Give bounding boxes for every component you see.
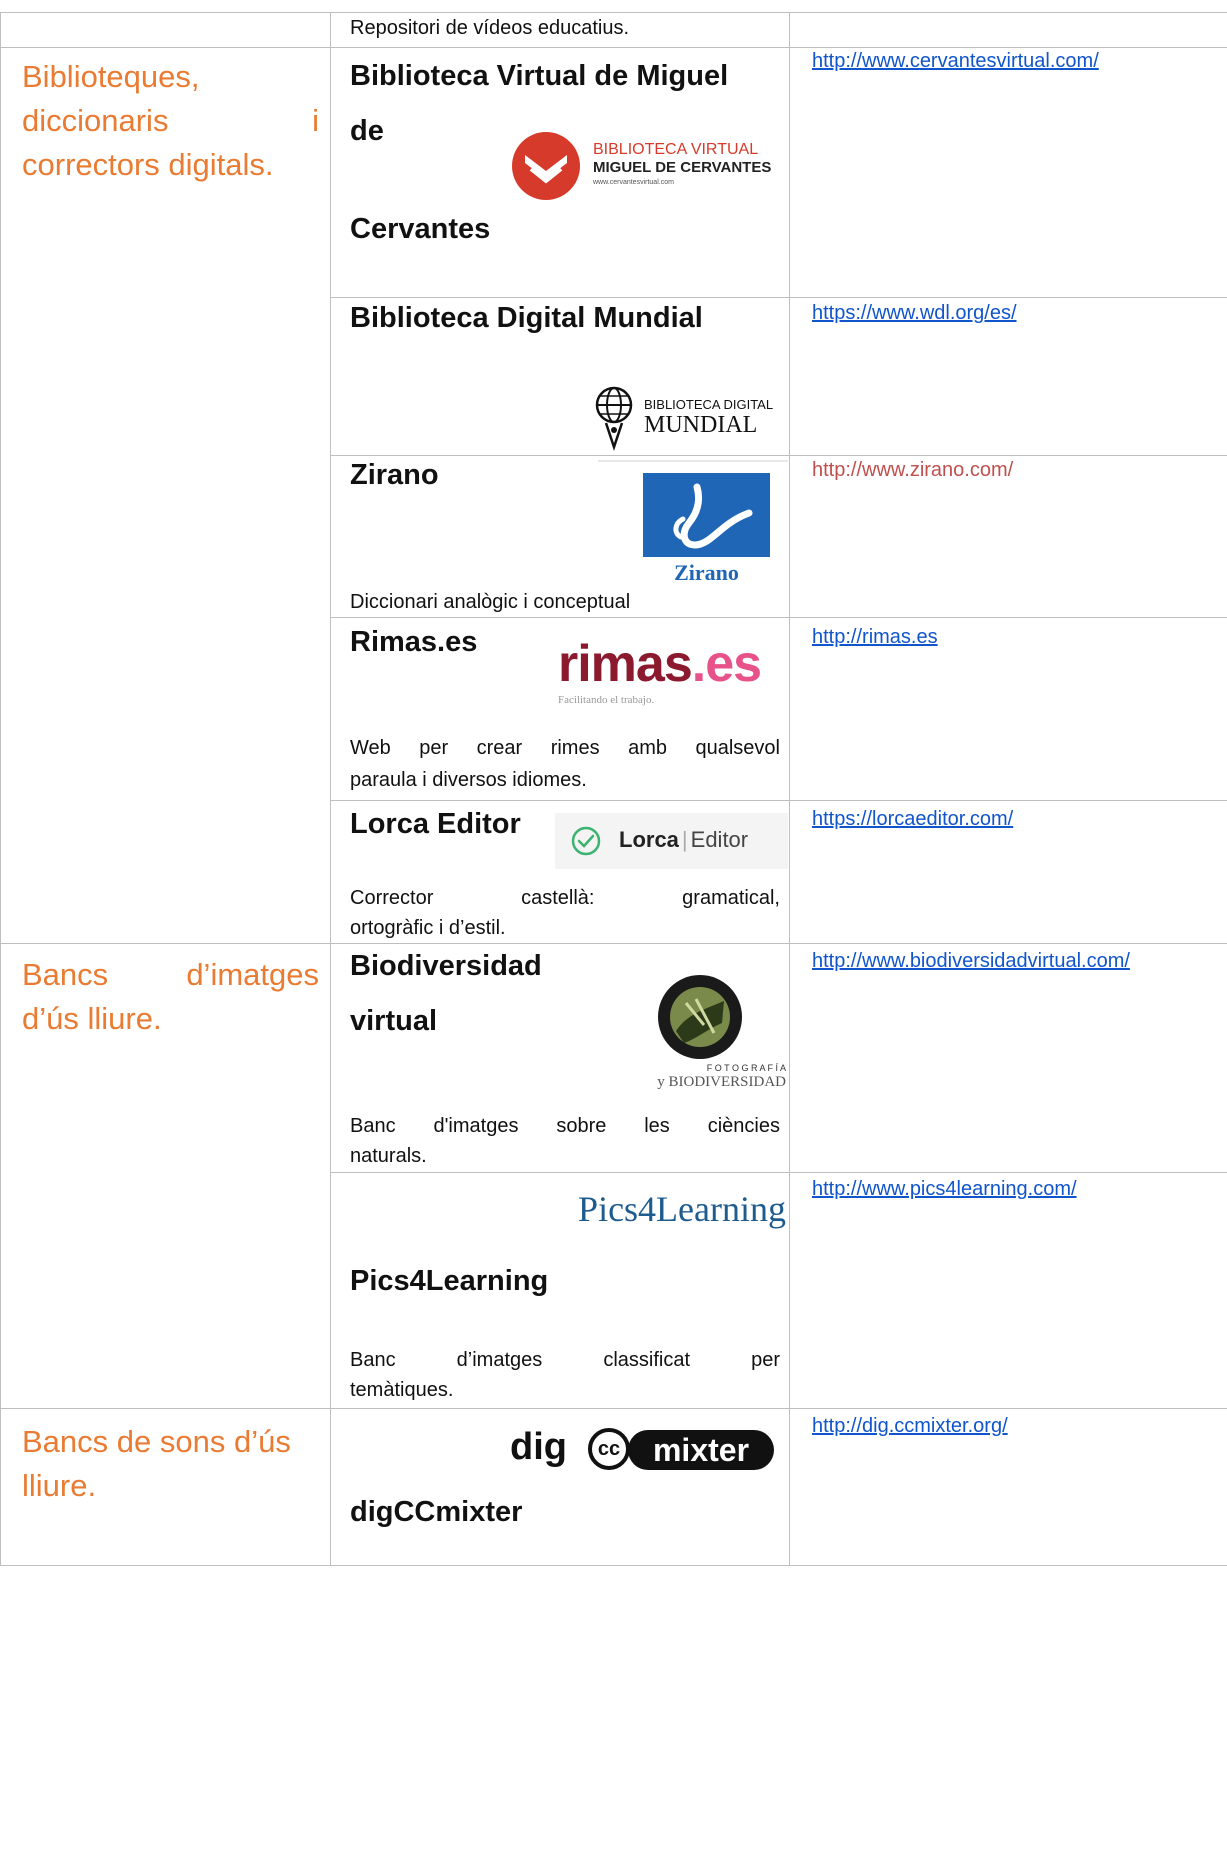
table-border	[0, 943, 1227, 944]
resource-link[interactable]: http://rimas.es	[812, 626, 938, 649]
category-line: Bancs de sons d’ús	[22, 1424, 291, 1459]
resource-table: Repositori de vídeos educatius. Bibliote…	[0, 0, 1227, 1870]
resource-description: Banc d’imatges classificat per	[350, 1349, 780, 1371]
resource-url[interactable]: http://www.zirano.com/	[812, 459, 1013, 482]
zirano-logo: Zirano	[643, 473, 770, 593]
table-border	[330, 1172, 1227, 1173]
table-border	[330, 455, 1227, 456]
pics4learning-logo: Pics4Learning	[578, 1189, 786, 1229]
resource-title: Cervantes	[350, 213, 491, 245]
resource-title: Rimas.es	[350, 626, 478, 658]
table-border	[330, 297, 1227, 298]
category-line: correctors digitals.	[22, 147, 274, 182]
resource-title: digCCmixter	[350, 1496, 523, 1528]
category-line: d’ús lliure.	[22, 1001, 162, 1036]
resource-title: Pics4Learning	[350, 1265, 549, 1297]
check-circle-icon	[571, 826, 601, 856]
rimas-logo: rimas.es Facilitando el trabajo.	[558, 635, 762, 706]
resource-description: Banc d'imatges sobre les ciències	[350, 1115, 780, 1137]
table-border	[0, 1408, 1227, 1409]
resource-title: Biblioteca Digital Mundial	[350, 302, 703, 334]
category-images: Bancs d’imatges d’ús lliure.	[22, 953, 319, 1041]
zirano-mark-icon	[673, 483, 753, 549]
resource-description: ortogràfic i d’estil.	[350, 917, 506, 939]
resource-link[interactable]: http://www.biodiversidadvirtual.com/	[812, 950, 1130, 973]
resource-title: Biodiversidad	[350, 950, 542, 982]
wdl-logo: BIBLIOTECA DIGITAL MUNDIAL	[594, 385, 789, 453]
resource-title: virtual	[350, 1005, 438, 1037]
resource-title: de	[350, 115, 384, 147]
open-book-icon	[512, 132, 580, 200]
resource-title: Biblioteca Virtual de Miguel	[350, 60, 729, 92]
category-line: Biblioteques,	[22, 59, 200, 94]
resource-link[interactable]: http://dig.ccmixter.org/	[812, 1415, 1008, 1438]
resource-title: Lorca Editor	[350, 808, 521, 840]
resource-link[interactable]: https://lorcaeditor.com/	[812, 808, 1013, 831]
resource-description: paraula i diversos idiomes.	[350, 769, 587, 791]
category-line: lliure.	[22, 1468, 97, 1503]
table-border	[330, 800, 1227, 801]
cc-icon: cc	[588, 1428, 630, 1470]
table-border	[0, 12, 1, 1565]
resource-description: temàtiques.	[350, 1379, 454, 1401]
row-description: Repositori de vídeos educatius.	[350, 17, 630, 39]
category-libraries: Biblioteques, diccionaris i correctors d…	[22, 55, 319, 187]
resource-description: Web per crear rimes amb qualsevol	[350, 737, 780, 759]
resource-description: Diccionari analògic i conceptual	[350, 591, 631, 613]
resource-description: naturals.	[350, 1145, 427, 1167]
category-line: diccionaris i	[22, 103, 319, 138]
table-border	[0, 1565, 1227, 1566]
ccmixter-logo: dig cc mixter	[510, 1422, 780, 1478]
lorca-logo: Lorca | Editor	[555, 813, 788, 869]
category-sounds: Bancs de sons d’ús lliure.	[22, 1420, 319, 1508]
biodiversidad-logo: F O T O G R A F Í A y BIODIVERSIDAD	[640, 973, 786, 1093]
camera-lens-icon	[658, 975, 742, 1059]
table-border	[0, 12, 1227, 13]
table-border	[330, 12, 331, 1565]
table-border	[330, 617, 1227, 618]
table-border	[0, 47, 1227, 48]
resource-link[interactable]: http://www.pics4learning.com/	[812, 1178, 1077, 1201]
category-line: Bancs d’imatges	[22, 957, 319, 992]
resource-title: Zirano	[350, 459, 439, 491]
resource-link[interactable]: https://www.wdl.org/es/	[812, 302, 1017, 325]
resource-link[interactable]: http://www.cervantesvirtual.com/	[812, 50, 1099, 73]
table-border	[789, 12, 790, 1565]
resource-description: Corrector castellà: gramatical,	[350, 887, 780, 909]
logo-underline	[598, 460, 788, 462]
cervantes-logo: BIBLIOTECA VIRTUAL MIGUEL DE CERVANTES w…	[511, 127, 787, 205]
globe-icon	[595, 386, 633, 451]
